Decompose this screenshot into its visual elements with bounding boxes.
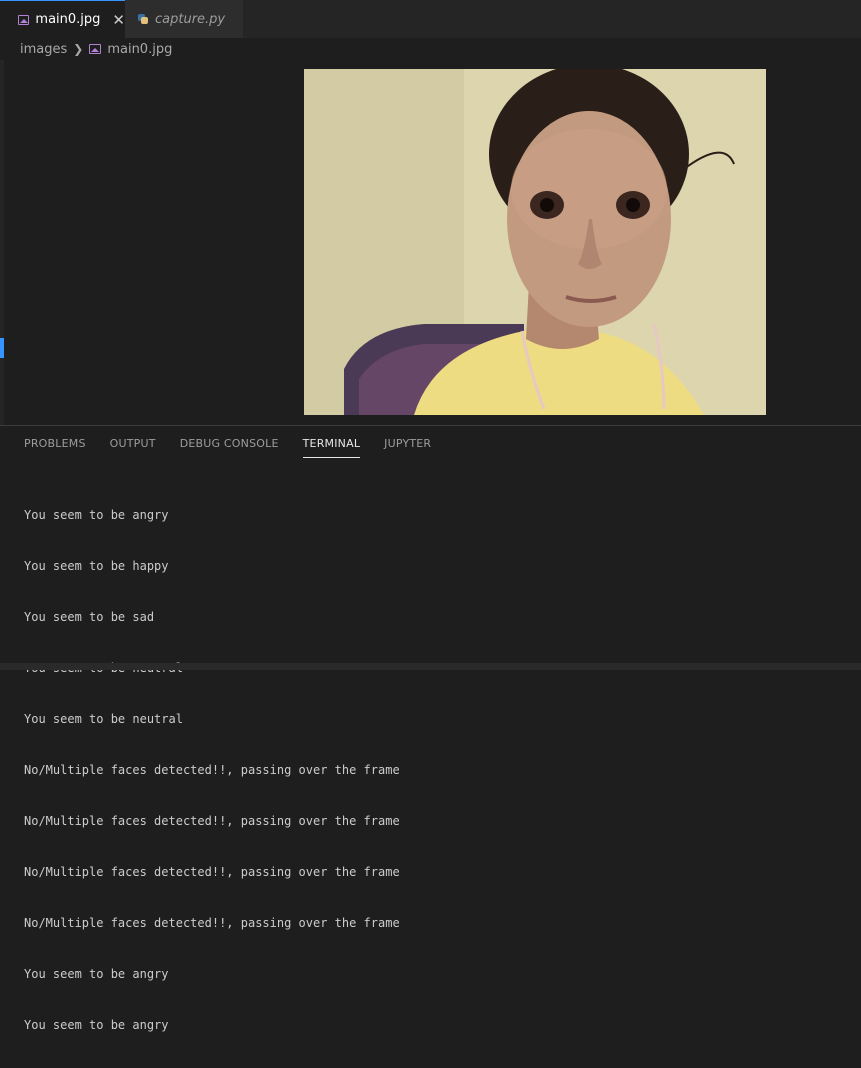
- tab-output[interactable]: OUTPUT: [110, 436, 156, 458]
- tab-terminal[interactable]: TERMINAL: [302, 436, 361, 458]
- terminal-line: You seem to be angry: [24, 1018, 169, 1032]
- terminal-line: No/Multiple faces detected!!, passing ov…: [24, 763, 400, 777]
- terminal-line: You seem to be sad: [24, 610, 155, 624]
- chevron-right-icon: ❯: [73, 42, 84, 56]
- tab-debug-console[interactable]: DEBUG CONSOLE: [180, 436, 279, 458]
- terminal-line: No/Multiple faces detected!!, passing ov…: [24, 916, 400, 930]
- terminal-output[interactable]: You seem to be angry You seem to be happ…: [24, 473, 400, 1068]
- breadcrumb-folder[interactable]: images: [20, 42, 67, 57]
- terminal-line: You seem to be angry: [24, 508, 169, 522]
- tab-problems[interactable]: PROBLEMS: [24, 436, 86, 458]
- sidebar-indicator: [0, 338, 4, 358]
- terminal-line: No/Multiple faces detected!!, passing ov…: [24, 865, 400, 879]
- breadcrumb-file[interactable]: main0.jpg: [107, 42, 172, 57]
- terminal-line: You seem to be neutral: [24, 712, 183, 726]
- image-icon: [18, 14, 30, 25]
- tab-label: capture.py: [155, 11, 226, 27]
- terminal-line: No/Multiple faces detected!!, passing ov…: [24, 814, 400, 828]
- panel-tab-bar: PROBLEMS OUTPUT DEBUG CONSOLE TERMINAL J…: [24, 436, 455, 460]
- image-icon: [89, 44, 102, 54]
- image-preview: [304, 69, 766, 415]
- editor-tab-bar: main0.jpg ✕ capture.py: [0, 0, 861, 38]
- tab-capture-py[interactable]: capture.py: [125, 0, 243, 38]
- breadcrumb: images ❯ main0.jpg: [20, 39, 172, 59]
- python-icon: [138, 14, 148, 24]
- terminal-line: You seem to be angry: [24, 967, 169, 981]
- bottom-panel: PROBLEMS OUTPUT DEBUG CONSOLE TERMINAL J…: [0, 425, 861, 1032]
- tab-main0-jpg[interactable]: main0.jpg ✕: [0, 0, 125, 38]
- terminal-line: You seem to be happy: [24, 559, 169, 573]
- panel-bottom-edge: [0, 663, 861, 670]
- tab-jupyter[interactable]: JUPYTER: [384, 436, 431, 458]
- close-icon[interactable]: ✕: [112, 11, 125, 29]
- tab-label: main0.jpg: [35, 12, 101, 27]
- webcam-photo: [304, 69, 766, 415]
